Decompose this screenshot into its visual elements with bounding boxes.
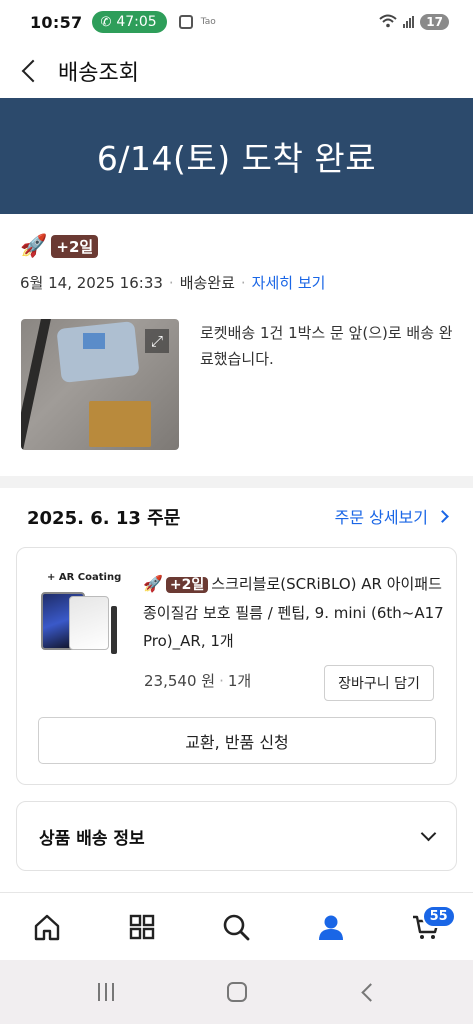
product-price-row: 23,540 원 · 1개 — [144, 670, 251, 691]
chevron-right-icon — [436, 509, 449, 523]
status-bar: 10:57 ✆ 47:05 Tao 17 — [0, 0, 473, 44]
product-quantity: 1개 — [227, 672, 252, 690]
delivery-message: 로켓배송 1건 1박스 문 앞(으)로 배송 완료했습니다. — [200, 324, 453, 368]
category-icon — [129, 914, 155, 939]
call-timer: 47:05 — [116, 14, 157, 30]
product-price: 23,540 원 — [144, 672, 216, 690]
phone-icon: ✆ — [100, 14, 112, 30]
add-to-cart-button[interactable]: 장바구니 담기 — [324, 665, 434, 701]
delivery-days-badge: +2일 — [51, 235, 99, 258]
thumb-label: + AR Coating — [47, 572, 122, 583]
product-name-block[interactable]: 🚀 +2일 스크리블로(SCRiBLO) AR 아이패드 종이질감 보호 필름 / … — [143, 570, 445, 655]
signal-icon — [403, 16, 415, 28]
search-icon — [224, 914, 250, 940]
separator-dot: · — [168, 273, 174, 292]
exchange-return-button[interactable]: 교환, 반품 신청 — [38, 717, 436, 764]
delivery-section: 🚀 +2일 6월 14, 2025 16:33 · 배송완료 · 자세히 보기 … — [0, 214, 473, 476]
shipping-info-label: 상품 배송 정보 — [39, 828, 145, 849]
page-title: 배송조회 — [58, 61, 139, 86]
chevron-left-icon — [21, 59, 45, 83]
status-icons: 17 — [379, 14, 449, 31]
home-icon — [35, 914, 60, 940]
separator-dot: · — [219, 672, 224, 690]
home-circle-icon — [226, 982, 247, 1002]
cart-count-badge: 55 — [421, 904, 456, 928]
delivery-status: 배송완료 — [179, 274, 235, 292]
order-detail-link[interactable]: 주문 상세보기 — [334, 504, 449, 528]
recent-apps-icon — [97, 983, 114, 1001]
back-chevron-icon — [361, 982, 380, 1002]
clock: 10:57 — [30, 12, 83, 32]
delivery-datetime: 6월 14, 2025 16:33 — [20, 274, 163, 292]
chevron-down-icon — [420, 825, 437, 841]
nav-home[interactable] — [17, 897, 77, 957]
nav-my[interactable] — [301, 897, 361, 957]
order-section: 2025. 6. 13 주문 주문 상세보기 + AR Coating 🚀 +2일… — [0, 488, 473, 892]
product-thumbnail[interactable]: + AR Coating — [39, 568, 125, 658]
product-card: + AR Coating 🚀 +2일 스크리블로(SCRiBLO) AR 아이패드 … — [16, 547, 457, 785]
order-date: 2025. 6. 13 주문 — [27, 508, 181, 529]
rocket-icon: 🚀 — [143, 574, 163, 593]
delivery-days-badge: +2일 — [165, 577, 209, 593]
shipping-info-accordion[interactable]: 상품 배송 정보 — [16, 801, 457, 871]
rocket-badge-row: 🚀 +2일 — [20, 234, 99, 259]
delivery-photo[interactable]: ⤢ — [21, 319, 179, 450]
nav-category[interactable] — [112, 897, 172, 957]
back-button[interactable] — [0, 44, 60, 98]
system-back-button[interactable] — [338, 967, 398, 1017]
delivery-meta: 6월 14, 2025 16:33 · 배송완료 · 자세히 보기 — [20, 272, 325, 293]
expand-icon[interactable]: ⤢ — [145, 329, 169, 353]
home-button[interactable] — [207, 967, 267, 1017]
wifi-icon — [379, 14, 397, 31]
system-nav-bar — [0, 960, 473, 1024]
profile-icon — [319, 915, 344, 940]
detail-link[interactable]: 자세히 보기 — [252, 272, 326, 293]
screenshot-icon — [178, 15, 193, 29]
notification-text: Tao — [200, 17, 216, 27]
separator-dot: · — [240, 273, 246, 292]
battery-indicator: 17 — [420, 14, 449, 30]
nav-search[interactable] — [206, 897, 266, 957]
arrival-banner: 6/14(토) 도착 완료 — [0, 98, 473, 214]
order-detail-label: 주문 상세보기 — [334, 508, 428, 527]
app-header: 배송조회 — [0, 44, 473, 98]
bottom-nav: 55 — [0, 892, 473, 960]
call-indicator[interactable]: ✆ 47:05 — [92, 11, 167, 33]
rocket-icon: 🚀 — [20, 234, 48, 259]
nav-cart[interactable]: 55 — [396, 897, 456, 957]
recent-apps-button[interactable] — [76, 967, 136, 1017]
